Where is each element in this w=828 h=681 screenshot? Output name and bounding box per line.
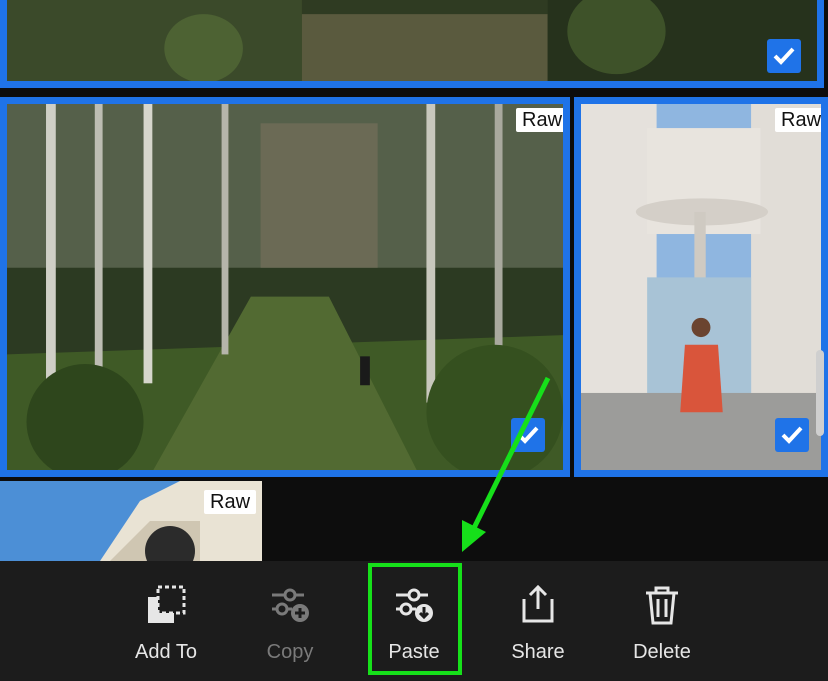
annotation-arrow <box>462 376 551 552</box>
